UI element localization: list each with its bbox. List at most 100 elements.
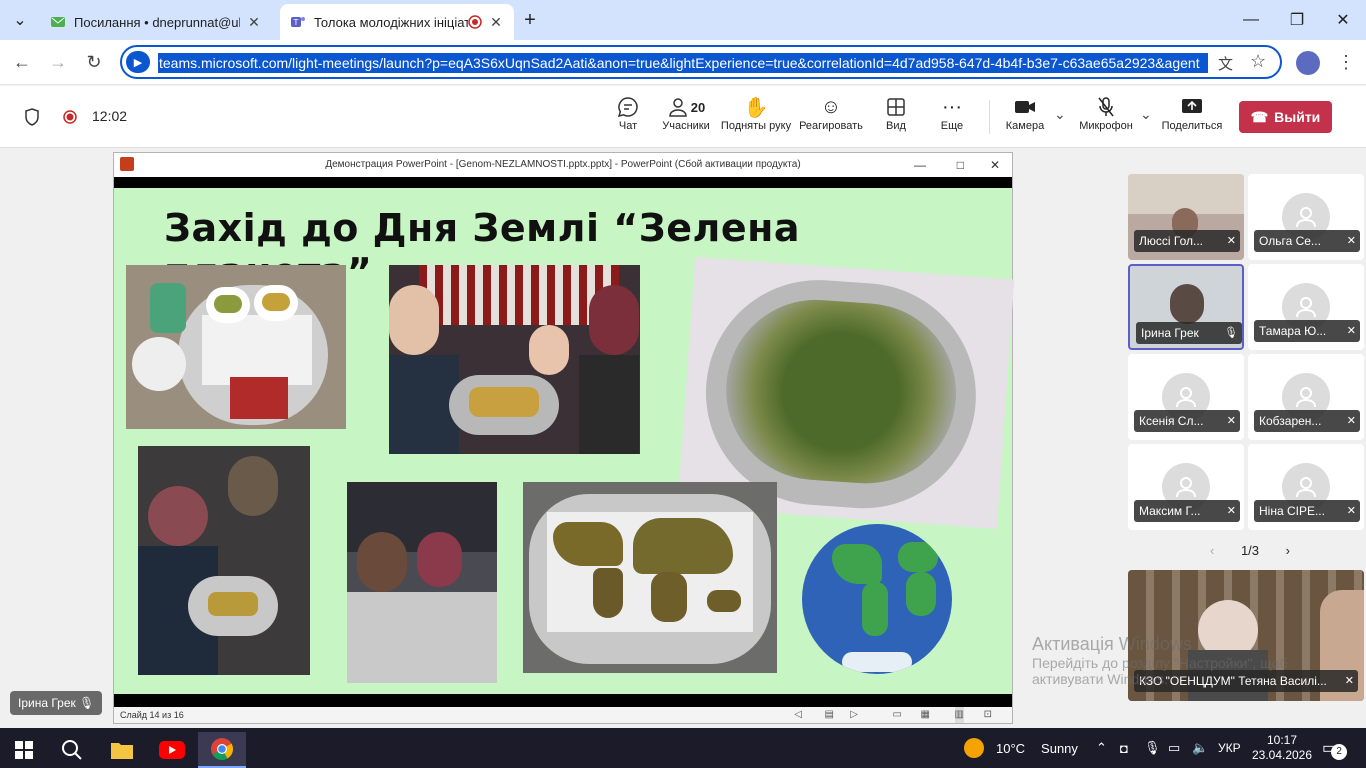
browser-menu-button[interactable]: ⋮	[1332, 48, 1360, 76]
forward-button[interactable]: →	[44, 48, 72, 76]
taskbar-chrome[interactable]	[198, 732, 246, 768]
notification-center-button[interactable]: ▭ 2	[1322, 728, 1348, 768]
tray-icon[interactable]: 🎙	[1144, 728, 1161, 768]
slide-photo-supplies	[126, 265, 346, 429]
camera-options-chevron-icon[interactable]: ⌄	[1054, 106, 1066, 123]
participant-name-text: КЗО "ОЕНЦДУМ" Тетяна Василі...	[1139, 674, 1327, 688]
minimize-button[interactable]: —	[1228, 0, 1274, 40]
participant-name-text: Люссі Гол...	[1139, 234, 1203, 248]
language-text: УКР	[1218, 741, 1241, 755]
reload-icon: ↻	[86, 51, 102, 72]
participant-name-text: Ніна CIPE...	[1259, 504, 1325, 518]
grid-view-icon	[886, 94, 906, 120]
participant-tile-active-speaker[interactable]: Ірина Грек 🎙	[1128, 264, 1244, 350]
start-button[interactable]	[0, 732, 48, 768]
maximize-button[interactable]: ❐	[1274, 0, 1320, 40]
language-indicator[interactable]: УКР	[1218, 728, 1241, 768]
chevron-left-icon[interactable]: ‹	[1210, 543, 1214, 558]
mic-options-chevron-icon[interactable]: ⌄	[1140, 106, 1152, 123]
mail-icon	[51, 17, 65, 27]
participant-name: Максим Г... ✕	[1134, 500, 1240, 522]
raise-hand-button[interactable]: ✋ Подняты руку	[720, 94, 792, 144]
mic-off-icon: ✕	[1226, 235, 1236, 247]
taskbar-file-explorer[interactable]	[98, 732, 146, 768]
mic-off-icon: ✕	[1226, 505, 1236, 517]
microphone-button[interactable]: Микрофон	[1076, 94, 1136, 144]
participant-tile[interactable]: Максим Г... ✕	[1128, 444, 1244, 530]
leave-button[interactable]: ☎ Выйти	[1239, 101, 1332, 133]
slide-sorter-icon[interactable]: ▦	[921, 707, 930, 723]
share-button[interactable]: Поделиться	[1160, 94, 1224, 144]
profile-avatar[interactable]	[1296, 51, 1320, 75]
close-tab-icon[interactable]: ✕	[246, 14, 262, 31]
presenter-label: Ірина Грек 🎙	[10, 691, 103, 715]
tray-icon[interactable]: 🔈	[1192, 728, 1208, 768]
youtube-icon	[159, 741, 185, 759]
tray-icon[interactable]: ◘	[1120, 728, 1128, 768]
camera-button[interactable]: Камера	[1002, 94, 1048, 144]
network-icon: ▭	[1168, 740, 1181, 755]
participant-tile[interactable]: Ніна CIPE... ✕	[1248, 444, 1364, 530]
participant-tile[interactable]: Тамара Ю... ✕	[1248, 264, 1364, 350]
participant-name: Ірина Грек 🎙	[1136, 322, 1242, 344]
tab-search-button[interactable]: ⌄	[4, 0, 36, 40]
taskbar-search-button[interactable]	[48, 732, 96, 768]
react-button[interactable]: ☺ Реагировать	[798, 94, 864, 144]
taskbar-youtube[interactable]	[148, 732, 196, 768]
address-bar[interactable]: ▶ teams.microsoft.com/light-meetings/lau…	[120, 45, 1282, 79]
participants-button[interactable]: 20 Учасники	[656, 94, 716, 144]
normal-view-icon[interactable]: ▭	[893, 707, 902, 723]
webcam-icon: ◘	[1120, 740, 1128, 756]
more-button[interactable]: ··· Еще	[934, 94, 970, 144]
sun-icon	[964, 738, 984, 758]
weather-widget[interactable]: 10°C Sunny	[964, 728, 1078, 768]
back-button[interactable]: ←	[8, 48, 36, 76]
chevron-right-icon[interactable]: ›	[1286, 543, 1290, 558]
meeting-toolbar: 12:02 Чат 20 Учасники ✋ Подняты руку ☺ Р…	[0, 86, 1366, 148]
new-tab-button[interactable]: +	[514, 0, 546, 40]
slide-menu-icon[interactable]: ▤	[825, 707, 834, 723]
browser-tab-teams[interactable]: T Толока молодіжних ініціати ✕	[280, 4, 514, 40]
show-hidden-icons[interactable]: ⌃	[1096, 728, 1107, 768]
ppt-titlebar: Демонстрация PowerPoint - [Genom-NEZLAMN…	[114, 153, 1012, 177]
url-text[interactable]: teams.microsoft.com/light-meetings/launc…	[158, 53, 1208, 73]
translate-icon[interactable]: 文	[1218, 53, 1233, 74]
participant-tile[interactable]: Ксенія Сл... ✕	[1128, 354, 1244, 440]
folder-icon	[111, 743, 133, 759]
prev-slide-icon[interactable]: ◁	[794, 707, 802, 723]
participant-name-text: Ксенія Сл...	[1139, 414, 1204, 428]
participant-tile[interactable]: Ольга Се... ✕	[1248, 174, 1364, 260]
chat-button[interactable]: Чат	[608, 94, 648, 144]
participant-video	[1170, 284, 1204, 324]
chrome-icon	[211, 738, 233, 760]
reload-button[interactable]: ↻	[80, 48, 108, 76]
slide-globe-image	[802, 524, 952, 674]
view-button[interactable]: Вид	[878, 94, 914, 144]
participant-name: Ніна CIPE... ✕	[1254, 500, 1360, 522]
next-slide-icon[interactable]: ▷	[850, 707, 858, 723]
slideshow-icon[interactable]: ⊡	[984, 707, 992, 723]
close-window-button[interactable]: ✕	[1320, 0, 1366, 40]
tray-icon[interactable]: ▭	[1168, 728, 1180, 768]
share-screen-icon	[1181, 94, 1203, 120]
more-horizontal-icon: ···	[942, 95, 962, 118]
site-info-icon[interactable]: ▶	[126, 51, 150, 73]
minimize-icon: —	[1243, 11, 1259, 28]
microphone-label: Микрофон	[1079, 120, 1133, 132]
shield-icon[interactable]	[24, 108, 40, 126]
hand-icon: ✋	[743, 96, 769, 119]
reading-view-icon[interactable]: ▥	[954, 707, 964, 723]
participant-tile[interactable]: Люссі Гол... ✕	[1128, 174, 1244, 260]
participant-name: Люссі Гол... ✕	[1134, 230, 1240, 252]
person-icon	[1296, 387, 1316, 408]
mic-off-icon: ✕	[1344, 675, 1354, 687]
close-tab-icon[interactable]: ✕	[488, 14, 504, 31]
chevron-up-icon: ⌃	[1096, 740, 1107, 755]
taskbar-clock[interactable]: 10:17 23.04.2026	[1252, 728, 1312, 768]
bookmark-star-icon[interactable]: ☆	[1250, 51, 1266, 72]
participant-tile-large[interactable]: КЗО "ОЕНЦДУМ" Тетяна Василі... ✕	[1128, 570, 1364, 701]
person-icon	[1296, 477, 1316, 498]
clock-time: 10:17	[1266, 733, 1298, 747]
participant-tile[interactable]: Кобзарен... ✕	[1248, 354, 1364, 440]
browser-tab-mail[interactable]: Посилання • dneprunnat@ukr. ✕	[40, 4, 272, 40]
